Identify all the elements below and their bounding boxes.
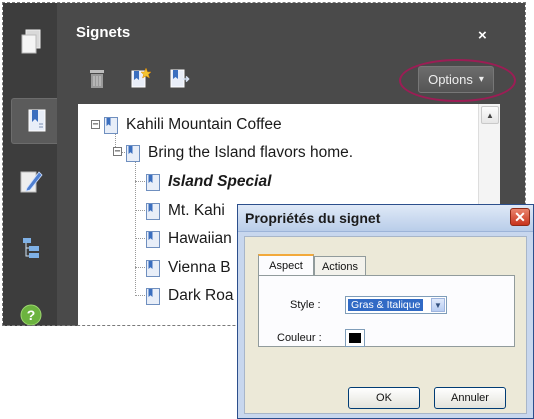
options-menu-button[interactable]: Options ▾ bbox=[418, 66, 494, 93]
bookmark-properties-dialog: Propriétés du signet ✕ Aspect Actions St… bbox=[237, 204, 534, 419]
panel-title: Signets bbox=[76, 24, 131, 41]
cancel-button[interactable]: Annuler bbox=[434, 387, 506, 409]
help-button[interactable]: ? bbox=[9, 293, 53, 337]
help-icon: ? bbox=[20, 304, 42, 326]
new-bookmark-icon bbox=[131, 67, 152, 88]
tree-connector bbox=[135, 295, 145, 296]
pages-icon bbox=[21, 29, 41, 54]
dialog-titlebar[interactable]: Propriétés du signet ✕ bbox=[238, 205, 533, 232]
collapse-toggle[interactable]: − bbox=[113, 147, 122, 157]
collapse-toggle[interactable]: − bbox=[91, 120, 100, 130]
tree-item-label: Dark Roa bbox=[168, 287, 234, 304]
bookmark-arrow-icon bbox=[170, 69, 190, 88]
tree-item[interactable]: Mt. Kahi bbox=[146, 201, 225, 221]
bookmark-icon bbox=[146, 230, 160, 248]
trash-icon bbox=[90, 70, 104, 88]
tree-item[interactable]: Kahili Mountain Coffee bbox=[104, 115, 282, 135]
signatures-button[interactable] bbox=[9, 159, 53, 203]
tree-item[interactable]: Vienna B bbox=[146, 258, 231, 278]
bookmark-from-selection-button[interactable] bbox=[169, 67, 191, 89]
delete-bookmark-button[interactable] bbox=[87, 67, 109, 89]
tree-connector bbox=[135, 238, 145, 239]
tab-actions[interactable]: Actions bbox=[314, 256, 366, 276]
tree-connector bbox=[135, 267, 145, 268]
tree-item[interactable]: Bring the Island flavors home. bbox=[126, 143, 353, 163]
bookmarks-icon bbox=[28, 109, 46, 132]
style-select[interactable]: Gras & Italique ▼ bbox=[345, 296, 447, 314]
color-swatch bbox=[349, 333, 361, 343]
style-label: Style : bbox=[290, 299, 321, 311]
layers-button[interactable] bbox=[9, 226, 53, 270]
pages-button[interactable] bbox=[9, 20, 53, 64]
dialog-close-button[interactable]: ✕ bbox=[510, 208, 530, 226]
tree-item-label: Island Special bbox=[168, 173, 272, 190]
tree-connector bbox=[135, 158, 136, 293]
bookmark-icon bbox=[104, 116, 118, 134]
navigation-pane-strip: ? bbox=[3, 3, 62, 326]
signature-pen-icon bbox=[20, 171, 43, 193]
tree-connector bbox=[135, 210, 145, 211]
scroll-up-arrow-icon[interactable]: ▲ bbox=[481, 106, 499, 124]
tree-item-label: Bring the Island flavors home. bbox=[148, 144, 354, 161]
tree-item-label: Mt. Kahi bbox=[168, 202, 225, 219]
chevron-down-icon: ▾ bbox=[478, 74, 484, 85]
dialog-body: Aspect Actions Style : Gras & Italique ▼… bbox=[244, 236, 527, 414]
tree-item[interactable]: Hawaiian bbox=[146, 229, 232, 249]
bookmark-icon bbox=[146, 259, 160, 277]
style-select-value: Gras & Italique bbox=[348, 299, 424, 311]
color-picker[interactable] bbox=[345, 329, 365, 347]
bookmarks-button[interactable] bbox=[11, 98, 62, 144]
tree-item-label: Vienna B bbox=[168, 259, 231, 276]
ok-button[interactable]: OK bbox=[348, 387, 420, 409]
tree-connector bbox=[135, 181, 145, 182]
svg-text:?: ? bbox=[27, 307, 36, 323]
chevron-down-icon[interactable]: ▼ bbox=[431, 298, 445, 312]
bookmark-icon bbox=[146, 202, 160, 220]
dialog-title: Propriétés du signet bbox=[245, 210, 381, 226]
tree-item-label: Hawaiian bbox=[168, 230, 232, 247]
layers-tree-icon bbox=[23, 238, 39, 258]
tree-item-selected[interactable]: Island Special bbox=[146, 172, 271, 192]
panel-close-button[interactable]: × bbox=[478, 28, 487, 43]
bookmark-icon bbox=[126, 144, 140, 162]
tree-item-label: Kahili Mountain Coffee bbox=[126, 116, 282, 133]
tree-item[interactable]: Dark Roa bbox=[146, 286, 233, 306]
bookmark-icon bbox=[146, 173, 160, 191]
tab-aspect[interactable]: Aspect bbox=[258, 254, 314, 276]
options-label: Options bbox=[428, 72, 473, 87]
color-label: Couleur : bbox=[277, 332, 322, 344]
new-bookmark-button[interactable] bbox=[130, 67, 152, 89]
bookmark-icon bbox=[146, 287, 160, 305]
